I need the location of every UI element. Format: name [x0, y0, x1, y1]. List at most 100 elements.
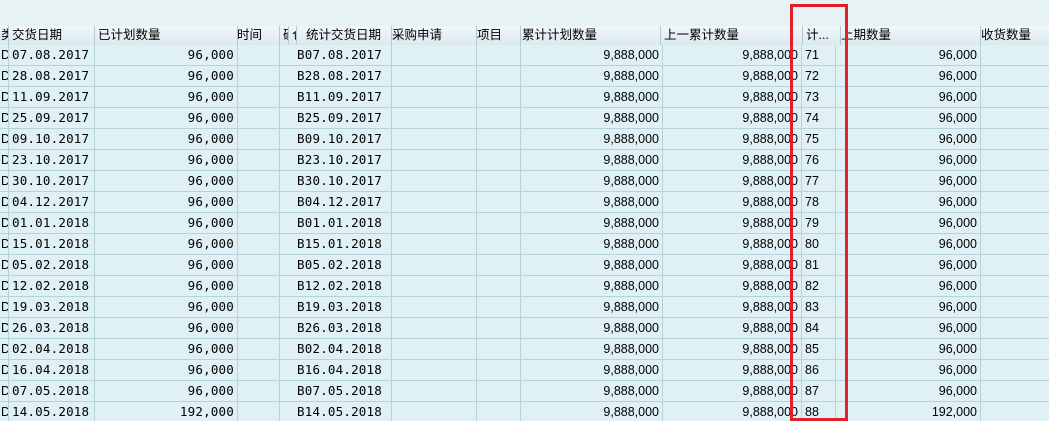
- cell-plan-col[interactable]: 83: [802, 297, 836, 317]
- cell-plan-col[interactable]: 71: [802, 45, 836, 65]
- cell-time[interactable]: [238, 66, 280, 86]
- cell-cum-plan-qty[interactable]: 9,888,000: [521, 66, 663, 86]
- cell-purchase-req[interactable]: [392, 171, 477, 191]
- cell-item[interactable]: [477, 192, 521, 212]
- cell-time[interactable]: [238, 213, 280, 233]
- cell-cum-plan-qty[interactable]: 9,888,000: [521, 360, 663, 380]
- cell-stat-delivery-date[interactable]: B19.03.2018: [294, 297, 392, 317]
- cell-planned-qty[interactable]: 96,000: [95, 213, 238, 233]
- cell-plan-col[interactable]: 72: [802, 66, 836, 86]
- cell-cum-plan-qty[interactable]: 9,888,000: [521, 171, 663, 191]
- cell-cum-plan-qty[interactable]: 9,888,000: [521, 213, 663, 233]
- cell-prev-qty[interactable]: 96,000: [836, 360, 981, 380]
- cell-prev-qty[interactable]: 96,000: [836, 129, 981, 149]
- cell-cum-plan-qty[interactable]: 9,888,000: [521, 276, 663, 296]
- cell-planned-qty[interactable]: 96,000: [95, 108, 238, 128]
- cell-prev-qty[interactable]: 96,000: [836, 87, 981, 107]
- table-row[interactable]: D05.02.201896,000B05.02.20189,888,0009,8…: [0, 255, 1049, 276]
- cell-prev-qty[interactable]: 96,000: [836, 339, 981, 359]
- cell-stat-delivery-date[interactable]: B25.09.2017: [294, 108, 392, 128]
- cell-planned-qty[interactable]: 96,000: [95, 192, 238, 212]
- cell-type[interactable]: D: [0, 339, 9, 359]
- cell-planned-qty[interactable]: 96,000: [95, 171, 238, 191]
- cell-plan-col[interactable]: 81: [802, 255, 836, 275]
- cell-planned-qty[interactable]: 96,000: [95, 381, 238, 401]
- cell-delivery-date[interactable]: 07.05.2018: [9, 381, 95, 401]
- column-header-prev-cum-qty[interactable]: 上一累计数量: [661, 26, 803, 45]
- cell-prev-cum-qty[interactable]: 9,888,000: [663, 381, 802, 401]
- cell-prev-cum-qty[interactable]: 9,888,000: [663, 339, 802, 359]
- cell-prev-qty[interactable]: 96,000: [836, 66, 981, 86]
- cell-time[interactable]: [238, 129, 280, 149]
- column-header-item[interactable]: 项目: [474, 26, 521, 45]
- column-header-plan-col[interactable]: 计...: [803, 26, 841, 45]
- cell-type[interactable]: D: [0, 381, 9, 401]
- cell-plan-col[interactable]: 82: [802, 276, 836, 296]
- cell-plan-col[interactable]: 84: [802, 318, 836, 338]
- cell-type[interactable]: D: [0, 255, 9, 275]
- cell-gr-qty[interactable]: [981, 87, 1049, 107]
- column-header-cum-plan-qty[interactable]: 累计计划数量: [519, 26, 661, 45]
- cell-purchase-req[interactable]: [392, 234, 477, 254]
- cell-planned-qty[interactable]: 96,000: [95, 255, 238, 275]
- cell-gr-qty[interactable]: [981, 150, 1049, 170]
- cell-item[interactable]: [477, 297, 521, 317]
- cell-planned-qty[interactable]: 96,000: [95, 150, 238, 170]
- cell-prev-cum-qty[interactable]: 9,888,000: [663, 108, 802, 128]
- cell-purchase-req[interactable]: [392, 360, 477, 380]
- cell-delivery-date[interactable]: 12.02.2018: [9, 276, 95, 296]
- cell-plan-col[interactable]: 76: [802, 150, 836, 170]
- cell-stat-delivery-date[interactable]: B14.05.2018: [294, 402, 392, 421]
- cell-planned-qty[interactable]: 96,000: [95, 297, 238, 317]
- cell-type[interactable]: D: [0, 192, 9, 212]
- cell-prev-cum-qty[interactable]: 9,888,000: [663, 171, 802, 191]
- table-row[interactable]: D12.02.201896,000B12.02.20189,888,0009,8…: [0, 276, 1049, 297]
- cell-stat-delivery-date[interactable]: B11.09.2017: [294, 87, 392, 107]
- column-header-warehouse[interactable]: 仓: [289, 26, 297, 45]
- table-row[interactable]: D25.09.201796,000B25.09.20179,888,0009,8…: [0, 108, 1049, 129]
- cell-prev-cum-qty[interactable]: 9,888,000: [663, 402, 802, 421]
- cell-time[interactable]: [238, 360, 280, 380]
- cell-stat-delivery-date[interactable]: B26.03.2018: [294, 318, 392, 338]
- cell-gr-qty[interactable]: [981, 276, 1049, 296]
- cell-purchase-req[interactable]: [392, 339, 477, 359]
- table-row[interactable]: D07.08.201796,000B07.08.20179,888,0009,8…: [0, 45, 1049, 66]
- cell-delivery-date[interactable]: 11.09.2017: [9, 87, 95, 107]
- column-header-stat-delivery-date[interactable]: 统计交货日期: [303, 26, 392, 45]
- cell-item[interactable]: [477, 150, 521, 170]
- cell-purchase-req[interactable]: [392, 402, 477, 421]
- table-row[interactable]: D07.05.201896,000B07.05.20189,888,0009,8…: [0, 381, 1049, 402]
- cell-prev-cum-qty[interactable]: 9,888,000: [663, 213, 802, 233]
- cell-prev-qty[interactable]: 96,000: [836, 192, 981, 212]
- cell-stat-delivery-date[interactable]: B05.02.2018: [294, 255, 392, 275]
- cell-cum-plan-qty[interactable]: 9,888,000: [521, 87, 663, 107]
- cell-prev-cum-qty[interactable]: 9,888,000: [663, 87, 802, 107]
- cell-gr-qty[interactable]: [981, 297, 1049, 317]
- cell-prev-qty[interactable]: 96,000: [836, 150, 981, 170]
- cell-prev-qty[interactable]: 96,000: [836, 255, 981, 275]
- cell-type[interactable]: D: [0, 213, 9, 233]
- cell-prev-qty[interactable]: 96,000: [836, 297, 981, 317]
- cell-purchase-req[interactable]: [392, 108, 477, 128]
- cell-time[interactable]: [238, 276, 280, 296]
- cell-prev-cum-qty[interactable]: 9,888,000: [663, 192, 802, 212]
- cell-prev-cum-qty[interactable]: 9,888,000: [663, 45, 802, 65]
- cell-type[interactable]: D: [0, 276, 9, 296]
- cell-item[interactable]: [477, 213, 521, 233]
- cell-stat-delivery-date[interactable]: B12.02.2018: [294, 276, 392, 296]
- cell-gr-qty[interactable]: [981, 129, 1049, 149]
- cell-item[interactable]: [477, 129, 521, 149]
- cell-cum-plan-qty[interactable]: 9,888,000: [521, 192, 663, 212]
- cell-item[interactable]: [477, 87, 521, 107]
- cell-stat-delivery-date[interactable]: B02.04.2018: [294, 339, 392, 359]
- table-row[interactable]: D02.04.201896,000B02.04.20189,888,0009,8…: [0, 339, 1049, 360]
- cell-purchase-req[interactable]: [392, 297, 477, 317]
- cell-purchase-req[interactable]: [392, 45, 477, 65]
- cell-prev-cum-qty[interactable]: 9,888,000: [663, 297, 802, 317]
- cell-prev-qty[interactable]: 96,000: [836, 213, 981, 233]
- cell-type[interactable]: D: [0, 297, 9, 317]
- table-row[interactable]: D09.10.201796,000B09.10.20179,888,0009,8…: [0, 129, 1049, 150]
- cell-time[interactable]: [238, 339, 280, 359]
- table-row[interactable]: D26.03.201896,000B26.03.20189,888,0009,8…: [0, 318, 1049, 339]
- cell-type[interactable]: D: [0, 45, 9, 65]
